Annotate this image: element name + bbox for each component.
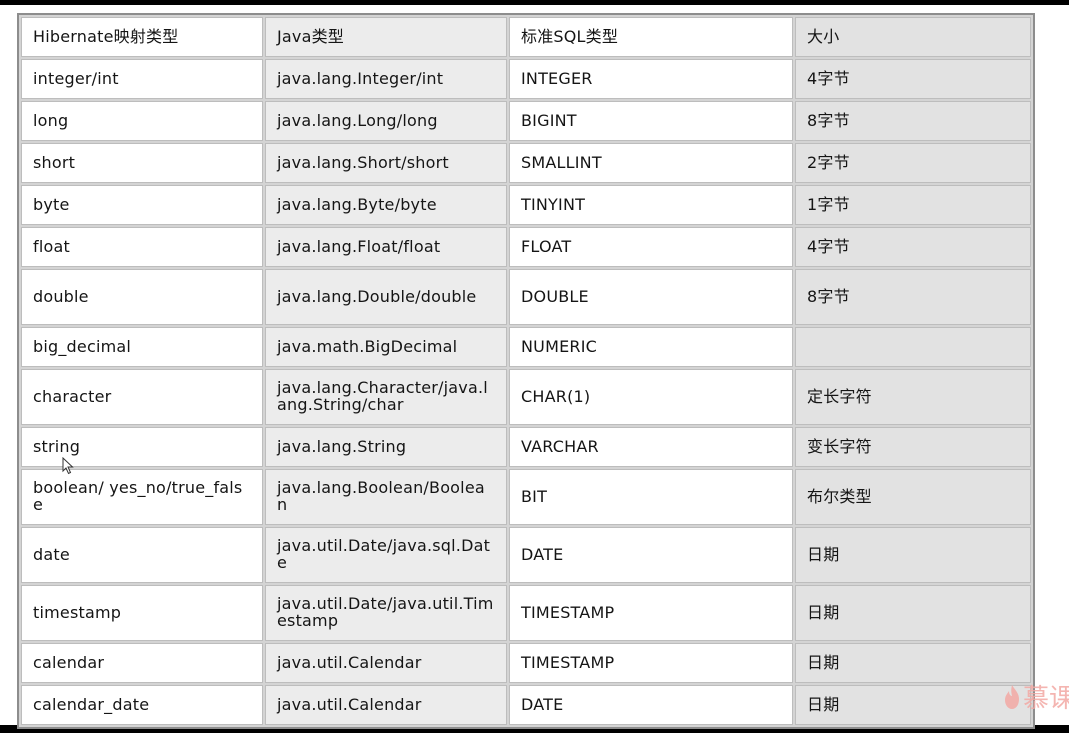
cell-mapping: byte xyxy=(21,185,263,225)
cell-sql: NUMERIC xyxy=(509,327,793,367)
table-row: calendar_date java.util.Calendar DATE 日期 xyxy=(21,685,1031,725)
cell-sql: BIT xyxy=(509,469,793,525)
cell-mapping: big_decimal xyxy=(21,327,263,367)
cell-sql: TIMESTAMP xyxy=(509,585,793,641)
cell-mapping: long xyxy=(21,101,263,141)
cell-sql: TIMESTAMP xyxy=(509,643,793,683)
mouse-pointer-icon xyxy=(62,457,74,475)
table-row: float java.lang.Float/float FLOAT 4字节 xyxy=(21,227,1031,267)
table-row: character java.lang.Character/java.lang.… xyxy=(21,369,1031,425)
cell-size: 4字节 xyxy=(795,227,1031,267)
table-row: calendar java.util.Calendar TIMESTAMP 日期 xyxy=(21,643,1031,683)
cell-sql: FLOAT xyxy=(509,227,793,267)
cell-java: java.lang.Short/short xyxy=(265,143,507,183)
cell-mapping: float xyxy=(21,227,263,267)
table-header-row: Hibernate映射类型 Java类型 标准SQL类型 大小 xyxy=(21,17,1031,57)
header-java-type: Java类型 xyxy=(265,17,507,57)
cell-java: java.lang.Byte/byte xyxy=(265,185,507,225)
cell-java: java.util.Calendar xyxy=(265,685,507,725)
cell-size: 8字节 xyxy=(795,269,1031,325)
hibernate-type-mapping-table: Hibernate映射类型 Java类型 标准SQL类型 大小 integer/… xyxy=(17,13,1035,729)
cell-mapping: date xyxy=(21,527,263,583)
header-size: 大小 xyxy=(795,17,1031,57)
cell-size: 布尔类型 xyxy=(795,469,1031,525)
cell-java: java.lang.Boolean/Boolean xyxy=(265,469,507,525)
cell-mapping: double xyxy=(21,269,263,325)
cell-size: 2字节 xyxy=(795,143,1031,183)
table-row: big_decimal java.math.BigDecimal NUMERIC xyxy=(21,327,1031,367)
cell-size: 变长字符 xyxy=(795,427,1031,467)
cell-java: java.lang.Integer/int xyxy=(265,59,507,99)
slide-canvas: Hibernate映射类型 Java类型 标准SQL类型 大小 integer/… xyxy=(0,5,1069,729)
header-sql-type: 标准SQL类型 xyxy=(509,17,793,57)
cell-sql: VARCHAR xyxy=(509,427,793,467)
watermark-text: 慕课 xyxy=(1022,684,1069,714)
cell-java: java.util.Date/java.sql.Date xyxy=(265,527,507,583)
table-row: byte java.lang.Byte/byte TINYINT 1字节 xyxy=(21,185,1031,225)
cell-size: 日期 xyxy=(795,585,1031,641)
cell-sql: DATE xyxy=(509,685,793,725)
cell-java: java.lang.Character/java.lang.String/cha… xyxy=(265,369,507,425)
cell-mapping: boolean/ yes_no/true_false xyxy=(21,469,263,525)
cell-size: 8字节 xyxy=(795,101,1031,141)
cell-java: java.lang.Long/long xyxy=(265,101,507,141)
cell-size: 日期 xyxy=(795,527,1031,583)
cell-sql: TINYINT xyxy=(509,185,793,225)
cell-size xyxy=(795,327,1031,367)
cell-mapping: string xyxy=(21,427,263,467)
cell-mapping: short xyxy=(21,143,263,183)
cell-java: java.util.Calendar xyxy=(265,643,507,683)
table-row: double java.lang.Double/double DOUBLE 8字… xyxy=(21,269,1031,325)
table-row: short java.lang.Short/short SMALLINT 2字节 xyxy=(21,143,1031,183)
cell-size: 1字节 xyxy=(795,185,1031,225)
watermark: 慕课 xyxy=(1003,678,1069,715)
table-row: integer/int java.lang.Integer/int INTEGE… xyxy=(21,59,1031,99)
cell-sql: INTEGER xyxy=(509,59,793,99)
cell-mapping: calendar xyxy=(21,643,263,683)
cell-mapping: timestamp xyxy=(21,585,263,641)
cell-sql: DATE xyxy=(509,527,793,583)
cell-mapping: calendar_date xyxy=(21,685,263,725)
cell-sql: SMALLINT xyxy=(509,143,793,183)
cell-java: java.lang.Double/double xyxy=(265,269,507,325)
cell-mapping: character xyxy=(21,369,263,425)
table-row: string java.lang.String VARCHAR 变长字符 xyxy=(21,427,1031,467)
cell-size: 4字节 xyxy=(795,59,1031,99)
cell-sql: DOUBLE xyxy=(509,269,793,325)
table-row: date java.util.Date/java.sql.Date DATE 日… xyxy=(21,527,1031,583)
cell-java: java.lang.Float/float xyxy=(265,227,507,267)
cell-java: java.lang.String xyxy=(265,427,507,467)
table-row: timestamp java.util.Date/java.util.Times… xyxy=(21,585,1031,641)
flame-logo-icon xyxy=(1004,684,1019,709)
cell-sql: BIGINT xyxy=(509,101,793,141)
cell-size: 定长字符 xyxy=(795,369,1031,425)
table-row: long java.lang.Long/long BIGINT 8字节 xyxy=(21,101,1031,141)
cell-size: 日期 xyxy=(795,643,1031,683)
cell-size: 日期 xyxy=(795,685,1031,725)
cell-sql: CHAR(1) xyxy=(509,369,793,425)
table-row: boolean/ yes_no/true_false java.lang.Boo… xyxy=(21,469,1031,525)
cell-java: java.util.Date/java.util.Timestamp xyxy=(265,585,507,641)
cell-java: java.math.BigDecimal xyxy=(265,327,507,367)
header-hibernate-type: Hibernate映射类型 xyxy=(21,17,263,57)
cell-mapping: integer/int xyxy=(21,59,263,99)
